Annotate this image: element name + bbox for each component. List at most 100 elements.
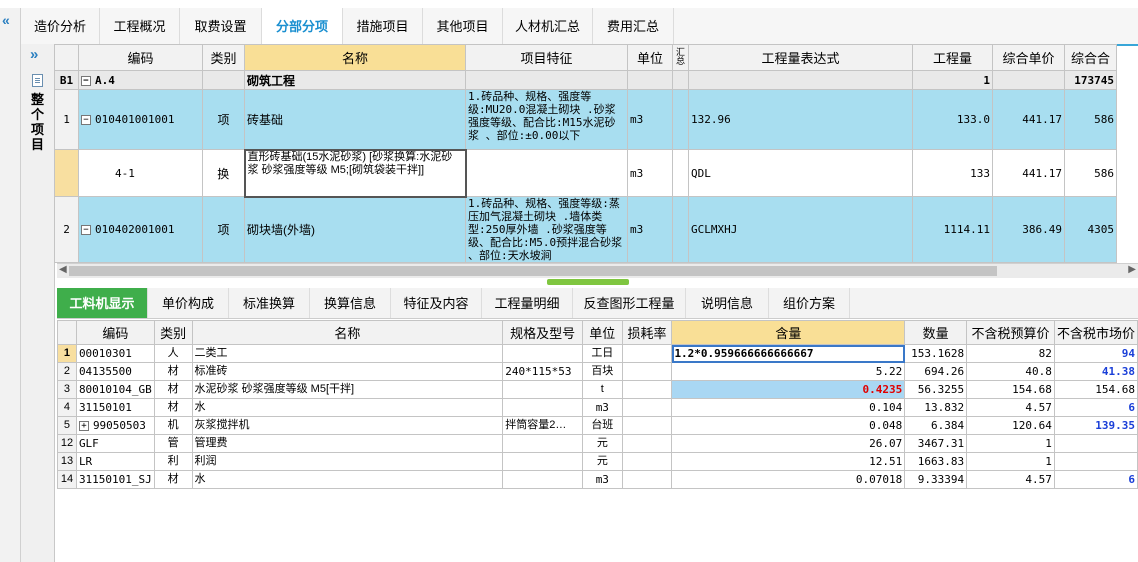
market-price-cell[interactable] [1053,452,1138,471]
features-cell[interactable] [465,149,628,197]
loss-cell[interactable] [621,362,673,381]
tab-conversion-info[interactable]: 换算信息 [310,288,391,318]
horizontal-scrollbar[interactable]: ◀ ▶ [57,263,1138,278]
table-row[interactable]: 14 31150101_SJ 材 水 m3 0.07018 9.33394 4.… [57,470,1138,489]
tab-features-content[interactable]: 特征及内容 [391,288,482,318]
table-row[interactable]: 4 31150101 材 水 m3 0.104 13.832 4.57 6 [57,398,1138,417]
market-price-cell[interactable]: 154.68 [1053,380,1138,399]
unit-cell[interactable]: 元 [581,452,623,471]
name-cell[interactable]: 利润 [191,452,504,471]
col-header-code[interactable]: 编码 [75,320,155,345]
unit-cell[interactable]: 元 [581,434,623,453]
spec-cell[interactable] [502,398,583,417]
unit-cell[interactable]: m3 [627,196,673,263]
table-row[interactable]: 2 04135500 材 标准砖 240*115*53 百块 5.22 694.… [57,362,1138,381]
loss-cell[interactable] [621,452,673,471]
col-header-spec[interactable]: 规格及型号 [502,320,583,345]
unit-cell[interactable]: 百块 [581,362,623,381]
unit-cell[interactable]: 工日 [581,344,623,363]
spec-cell[interactable]: 拌筒容量2… [502,416,583,435]
name-cell[interactable]: 直形砖基础(15水泥砂浆) [砂浆换算:水泥砂浆 砂浆强度等级 M5;[砌筑袋装… [243,148,467,198]
col-header-unit[interactable]: 单位 [627,44,673,71]
tab-labor-material-summary[interactable]: 人材机汇总 [503,8,593,44]
market-price-cell[interactable]: 6 [1053,398,1138,417]
code-cell[interactable]: 04135500 [75,362,155,381]
col-header-content[interactable]: 含量 [671,320,906,345]
collapse-icon[interactable]: − [81,225,91,235]
tab-reverse-qty[interactable]: 反查图形工程量 [573,288,686,318]
code-cell[interactable]: 31150101_SJ [75,470,155,489]
loss-cell[interactable] [621,380,673,399]
code-cell[interactable]: LR [75,452,155,471]
features-cell[interactable]: 1.砖品种、规格、强度等级:MU20.0混凝土砌块 .砂浆强度等级、配合比:M1… [465,89,628,150]
content-input[interactable]: 1.2*0.959666666666667 [671,344,906,363]
panel-splitter-handle[interactable] [547,279,629,285]
unit-cell[interactable]: 台班 [581,416,623,435]
col-header-unit-price[interactable]: 综合单价 [992,44,1065,71]
col-header-qty[interactable]: 工程量 [912,44,993,71]
name-cell[interactable]: 标准砖 [191,362,504,381]
qty-expr-cell[interactable]: 132.96 [688,89,913,150]
market-price-cell[interactable]: 139.35 [1053,416,1138,435]
col-header-type[interactable]: 类别 [202,44,245,71]
content-cell[interactable]: 0.4235 [671,380,906,399]
tab-pricing-plan[interactable]: 组价方案 [769,288,850,318]
table-row[interactable]: 5 +99050503 机 灰浆搅拌机 拌筒容量2… 台班 0.048 6.38… [57,416,1138,435]
table-row[interactable]: 1 00010301 人 二类工 工日 1.2*0.95966666666666… [57,344,1138,363]
qty-expr-cell[interactable]: QDL [688,149,913,197]
content-cell[interactable]: 0.07018 [671,470,906,489]
code-cell[interactable]: GLF [75,434,155,453]
content-cell[interactable]: 5.22 [671,362,906,381]
loss-cell[interactable] [621,470,673,489]
table-row[interactable]: 4-1 换 直形砖基础(15水泥砂浆) [砂浆换算:水泥砂浆 砂浆强度等级 M5… [54,148,1117,198]
col-header-budget-price[interactable]: 不含税预算价 [966,320,1055,345]
code-cell[interactable]: 80010104_GB [75,380,155,399]
spec-cell[interactable] [502,434,583,453]
table-row[interactable]: 2 −010402001001 项 砌块墙(外墙) 1.砖品种、规格、强度等级:… [54,196,1117,263]
unit-cell[interactable]: t [581,380,623,399]
collapse-panel-button[interactable]: « [0,8,21,562]
loss-cell[interactable] [621,434,673,453]
tab-measures[interactable]: 措施项目 [343,8,423,44]
name-cell[interactable]: 砌块墙(外墙) [244,196,466,263]
unit-cell[interactable]: m3 [627,89,673,150]
tab-price-composition[interactable]: 单价构成 [148,288,229,318]
market-price-cell[interactable]: 94 [1053,344,1138,363]
col-header-qty-expr[interactable]: 工程量表达式 [688,44,913,71]
qty-expr-cell[interactable]: GCLMXHJ [688,196,913,263]
tab-qty-details[interactable]: 工程量明细 [482,288,573,318]
tab-project-overview[interactable]: 工程概况 [100,8,180,44]
market-price-cell[interactable]: 6 [1053,470,1138,489]
table-row[interactable]: 3 80010104_GB 材 水泥砂浆 砂浆强度等级 M5[干拌] t 0.4… [57,380,1138,399]
spec-cell[interactable] [502,452,583,471]
unit-cell[interactable]: m3 [581,398,623,417]
tab-labor-material[interactable]: 工料机显示 [57,288,148,318]
content-cell[interactable]: 26.07 [671,434,906,453]
table-row[interactable]: 1 −010401001001 项 砖基础 1.砖品种、规格、强度等级:MU20… [54,89,1117,150]
expand-panel-icon[interactable]: » [30,46,38,63]
scrollbar-thumb[interactable] [69,266,997,276]
content-cell[interactable]: 0.048 [671,416,906,435]
content-cell[interactable]: 0.104 [671,398,906,417]
loss-cell[interactable] [621,344,673,363]
spec-cell[interactable] [502,344,583,363]
name-cell[interactable]: 水泥砂浆 砂浆强度等级 M5[干拌] [191,380,504,399]
market-price-cell[interactable] [1053,434,1138,453]
loss-cell[interactable] [621,416,673,435]
col-header-quantity[interactable]: 数量 [904,320,968,345]
tab-other-items[interactable]: 其他项目 [423,8,503,44]
code-cell[interactable]: +99050503 [75,416,155,435]
code-cell[interactable]: 00010301 [75,344,155,363]
name-cell[interactable]: 管理费 [191,434,504,453]
name-cell[interactable]: 水 [191,470,504,489]
table-row[interactable]: 12 GLF 管 管理费 元 26.07 3467.31 1 [57,434,1138,453]
document-icon[interactable] [32,74,43,87]
group-row[interactable]: B1 − A.4 砌筑工程 1 173745 [54,70,1117,90]
spec-cell[interactable]: 240*115*53 [502,362,583,381]
col-header-features[interactable]: 项目特征 [465,44,628,71]
scroll-left-icon[interactable]: ◀ [59,264,67,275]
table-row[interactable]: 13 LR 利 利润 元 12.51 1663.83 1 [57,452,1138,471]
tree-item-whole-project[interactable]: 整个项目 [30,92,45,152]
spec-cell[interactable] [502,380,583,399]
col-header-unit[interactable]: 单位 [581,320,623,345]
